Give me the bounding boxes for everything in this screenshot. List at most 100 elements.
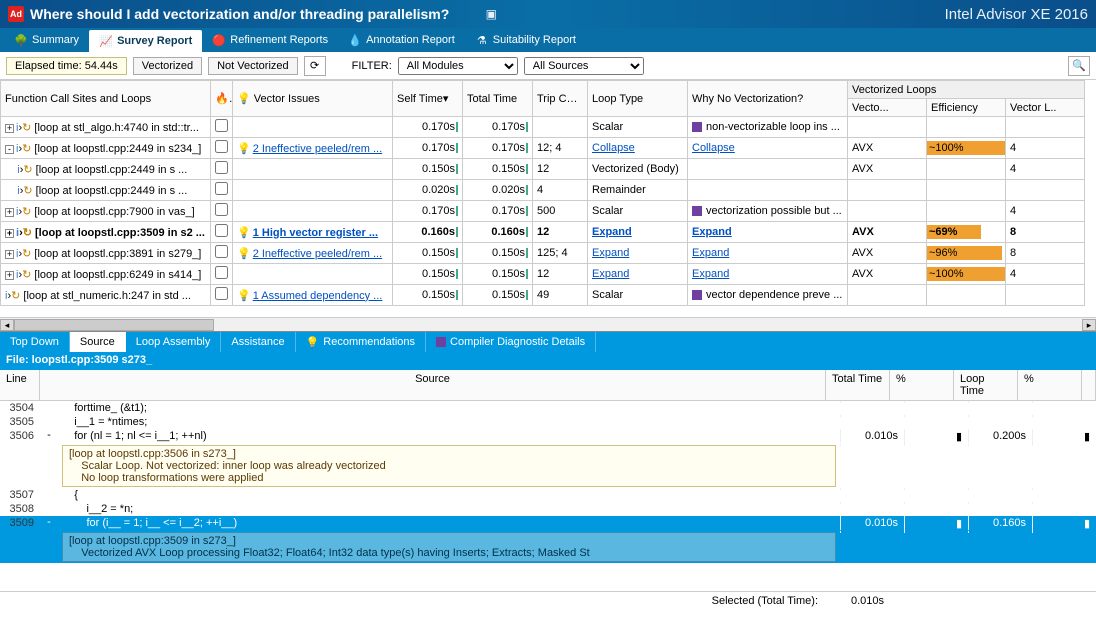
col-srcpct2[interactable]: % (1018, 370, 1082, 400)
col-selftime[interactable]: Self Time▾ (393, 81, 463, 117)
detail-tab-source[interactable]: Source (70, 332, 126, 352)
table-row[interactable]: i›↻ [loop at loopstl.cpp:2449 in s ... 0… (1, 180, 1085, 201)
source-body[interactable]: 3504 forttime_ (&t1);3505 i__1 = *ntimes… (0, 401, 1096, 591)
issue-link[interactable]: 1 Assumed dependency ... (253, 290, 383, 302)
scroll-right-icon[interactable]: ▸ (1082, 319, 1096, 331)
cell-issue[interactable]: 💡1 Assumed dependency ... (233, 285, 393, 306)
source-row[interactable]: 3506- for (nl = 1; nl <= i__1; ++nl)0.01… (0, 429, 1096, 444)
grid-hscrollbar[interactable]: ◂ ▸ (0, 317, 1096, 331)
cell-func[interactable]: i›↻ [loop at loopstl.cpp:2449 in s ... (1, 180, 211, 201)
table-row[interactable]: +i›↻ [loop at loopstl.cpp:3509 in s2 ...… (1, 222, 1085, 243)
row-checkbox[interactable] (215, 203, 228, 216)
cell-func[interactable]: +i›↻ [loop at loopstl.cpp:3891 in s279_] (1, 243, 211, 264)
row-checkbox[interactable] (215, 224, 228, 237)
cell-issue[interactable]: 💡1 High vector register ... (233, 222, 393, 243)
cell-cb[interactable] (211, 201, 233, 222)
type-link[interactable]: Expand (592, 268, 629, 280)
row-checkbox[interactable] (215, 287, 228, 300)
cell-why[interactable]: vectorization possible but ... (688, 201, 848, 222)
type-link[interactable]: Expand (592, 247, 629, 259)
issue-link[interactable]: 2 Ineffective peeled/rem ... (253, 143, 382, 155)
elapsed-time-button[interactable]: Elapsed time: 54.44s (6, 57, 127, 75)
tree-toggle-icon[interactable]: - (5, 145, 14, 154)
cell-cb[interactable] (211, 243, 233, 264)
tree-toggle-icon[interactable]: + (5, 208, 14, 217)
why-link[interactable]: Expand (692, 226, 732, 238)
col-issues[interactable]: 💡 Vector Issues (233, 81, 393, 117)
cell-issue[interactable] (233, 180, 393, 201)
col-source[interactable]: Source (40, 370, 826, 400)
nav-tab-annotation-report[interactable]: 💧Annotation Report (338, 28, 465, 52)
tree-toggle-icon[interactable]: + (5, 250, 14, 259)
cell-issue[interactable]: 💡2 Ineffective peeled/rem ... (233, 243, 393, 264)
cell-type[interactable]: Collapse (588, 138, 688, 159)
col-func[interactable]: Function Call Sites and Loops (1, 81, 211, 117)
cell-issue[interactable]: 💡2 Ineffective peeled/rem ... (233, 138, 393, 159)
cell-cb[interactable] (211, 180, 233, 201)
cell-issue[interactable] (233, 264, 393, 285)
nav-tab-refinement-reports[interactable]: 🔴Refinement Reports (202, 28, 338, 52)
cell-why[interactable]: Collapse (688, 138, 848, 159)
detail-tab-compiler-diagnostic-details[interactable]: Compiler Diagnostic Details (426, 332, 596, 352)
code-toggle-icon[interactable]: - (47, 516, 51, 528)
row-checkbox[interactable] (215, 161, 228, 174)
source-row[interactable]: 3505 i__1 = *ntimes; (0, 415, 1096, 429)
cell-type[interactable]: Scalar (588, 285, 688, 306)
col-totaltime[interactable]: Total Time (463, 81, 533, 117)
filter-sources-select[interactable]: All Sources (524, 57, 644, 75)
cell-type[interactable]: Expand (588, 243, 688, 264)
survey-table[interactable]: Function Call Sites and Loops 🔥 💡 Vector… (0, 80, 1085, 306)
source-row[interactable]: [loop at loopstl.cpp:3509 in s273_] Vect… (0, 531, 1096, 563)
refresh-icon[interactable]: ⟳ (304, 56, 326, 76)
table-row[interactable]: +i›↻ [loop at loopstl.cpp:6249 in s414_]… (1, 264, 1085, 285)
cell-type[interactable]: Expand (588, 264, 688, 285)
scroll-thumb[interactable] (14, 319, 214, 331)
cell-type[interactable]: Vectorized (Body) (588, 159, 688, 180)
cell-func[interactable]: i›↻ [loop at stl_numeric.h:247 in std ..… (1, 285, 211, 306)
col-eff[interactable]: Efficiency (927, 99, 1006, 117)
cell-func[interactable]: -i›↻ [loop at loopstl.cpp:2449 in s234_] (1, 138, 211, 159)
row-checkbox[interactable] (215, 140, 228, 153)
col-trip[interactable]: Trip Counts ⊞ (533, 81, 588, 117)
cell-why[interactable]: Expand (688, 243, 848, 264)
issue-link[interactable]: 2 Ineffective peeled/rem ... (253, 248, 382, 260)
source-row[interactable]: [loop at loopstl.cpp:3506 in s273_] Scal… (0, 444, 1096, 488)
table-row[interactable]: +i›↻ [loop at loopstl.cpp:3891 in s279_]… (1, 243, 1085, 264)
col-srcloop[interactable]: Loop Time (954, 370, 1018, 400)
type-link[interactable]: Collapse (592, 142, 635, 154)
why-link[interactable]: Expand (692, 268, 729, 280)
issue-link[interactable]: 1 High vector register ... (253, 227, 378, 239)
why-link[interactable]: Collapse (692, 142, 735, 154)
col-line[interactable]: Line (0, 370, 40, 400)
tree-toggle-icon[interactable]: + (5, 271, 14, 280)
row-checkbox[interactable] (215, 266, 228, 279)
cell-why[interactable]: non-vectorizable loop ins ... (688, 117, 848, 138)
row-checkbox[interactable] (215, 182, 228, 195)
row-checkbox[interactable] (215, 245, 228, 258)
cell-cb[interactable] (211, 285, 233, 306)
cell-func[interactable]: i›↻ [loop at loopstl.cpp:2449 in s ... (1, 159, 211, 180)
source-row[interactable]: 3504 forttime_ (&t1); (0, 401, 1096, 415)
cell-type[interactable]: Scalar (588, 117, 688, 138)
col-looptype[interactable]: Loop Type (588, 81, 688, 117)
cell-issue[interactable] (233, 201, 393, 222)
code-toggle-icon[interactable]: - (47, 429, 51, 441)
table-row[interactable]: +i›↻ [loop at stl_algo.h:4740 in std::tr… (1, 117, 1085, 138)
col-vecgroup[interactable]: Vectorized Loops (848, 81, 1085, 99)
why-link[interactable]: Expand (692, 247, 729, 259)
scroll-left-icon[interactable]: ◂ (0, 319, 14, 331)
cell-type[interactable]: Scalar (588, 201, 688, 222)
cell-cb[interactable] (211, 222, 233, 243)
cell-why[interactable]: Expand (688, 264, 848, 285)
col-srcpct1[interactable]: % (890, 370, 954, 400)
cell-type[interactable]: Expand (588, 222, 688, 243)
cell-cb[interactable] (211, 159, 233, 180)
detail-tab-top-down[interactable]: Top Down (0, 332, 70, 352)
cell-func[interactable]: +i›↻ [loop at loopstl.cpp:3509 in s2 ... (1, 222, 211, 243)
source-row[interactable]: 3509- for (i__ = 1; i__ <= i__2; ++i__)0… (0, 516, 1096, 531)
cell-why[interactable] (688, 180, 848, 201)
col-vec[interactable]: Vecto... (848, 99, 927, 117)
nav-tab-survey-report[interactable]: 📈Survey Report (89, 30, 202, 52)
type-link[interactable]: Expand (592, 226, 632, 238)
source-row[interactable]: 3508 i__2 = *n; (0, 502, 1096, 516)
